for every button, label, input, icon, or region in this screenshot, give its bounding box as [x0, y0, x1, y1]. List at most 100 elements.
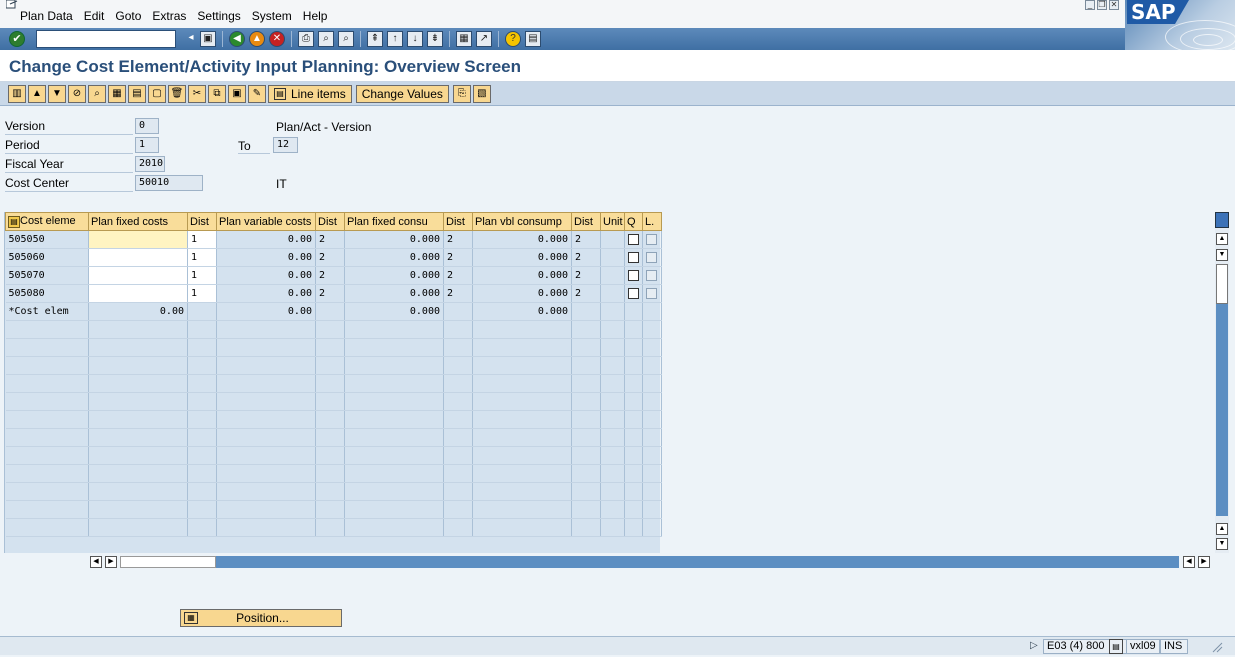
dist-input[interactable]: 1	[187, 248, 217, 267]
menu-plan-data[interactable]: Plan Data	[20, 9, 73, 23]
plan-variable-consumption-cell[interactable]: 0.000	[472, 230, 572, 249]
select-all-rows-icon[interactable]: ▤	[8, 216, 20, 228]
dist-cell[interactable]: 2	[315, 266, 345, 285]
next-page-icon[interactable]: ↓	[407, 31, 423, 47]
q-checkbox[interactable]	[628, 287, 639, 299]
overview-icon[interactable]: ▥	[8, 85, 26, 103]
first-page-icon[interactable]: ⇞	[367, 31, 383, 47]
menu-extras[interactable]: Extras	[152, 9, 186, 23]
scroll-page-down-icon[interactable]: ▼	[1216, 538, 1228, 550]
cancel-icon[interactable]: ✕	[269, 31, 285, 47]
delete-icon[interactable]: 🗑	[168, 85, 186, 103]
q-checkbox[interactable]	[628, 251, 639, 263]
status-expand-icon[interactable]: ▷	[1030, 640, 1038, 651]
export-icon[interactable]: ⎘	[452, 85, 471, 103]
column-header-l[interactable]: L.	[642, 212, 662, 231]
save-icon[interactable]: ▣	[200, 31, 216, 47]
column-header-q[interactable]: Q	[624, 212, 643, 231]
edit-icon[interactable]: ✎	[248, 85, 266, 103]
column-header-plan-variable-consumption[interactable]: Plan vbl consump	[472, 212, 572, 231]
table-settings-icon[interactable]	[1215, 212, 1229, 228]
select-block-rows-icon[interactable]: ▤	[128, 85, 146, 103]
plan-variable-costs-cell[interactable]: 0.00	[216, 248, 316, 267]
dist-cell[interactable]: 2	[571, 266, 601, 285]
period-to-field[interactable]: 12	[273, 137, 298, 153]
select-all-icon[interactable]: ▦	[108, 85, 126, 103]
unit-cell[interactable]	[600, 266, 625, 285]
history-back-icon[interactable]: ◂	[186, 31, 196, 47]
unit-cell[interactable]	[600, 248, 625, 267]
insert-mode[interactable]: INS	[1160, 639, 1188, 654]
find-next-icon[interactable]: ⌕	[338, 31, 354, 47]
plan-variable-consumption-cell[interactable]: 0.000	[472, 266, 572, 285]
horizontal-scrollbar[interactable]: ◀ ▶ ◀ ▶	[88, 555, 1214, 569]
plan-variable-consumption-cell[interactable]: 0.000	[472, 248, 572, 267]
q-checkbox[interactable]	[628, 269, 639, 281]
period-from-field[interactable]: 1	[135, 137, 159, 153]
system-menu-icon[interactable]	[6, 0, 18, 10]
menu-settings[interactable]: Settings	[197, 9, 240, 23]
horizontal-scroll-track[interactable]	[216, 556, 1179, 568]
column-header-cost-element[interactable]: ▤ Cost eleme	[5, 212, 89, 231]
plan-fixed-consumption-cell[interactable]: 0.000	[344, 266, 444, 285]
plan-variable-costs-cell[interactable]: 0.00	[216, 266, 316, 285]
scroll-page-right-icon[interactable]: ▶	[1198, 556, 1210, 568]
change-values-button[interactable]: Change Values	[355, 85, 449, 103]
unit-cell[interactable]	[600, 284, 625, 303]
dist-input[interactable]: 1	[187, 284, 217, 303]
exit-icon[interactable]: ▲	[249, 31, 265, 47]
column-header-plan-fixed-costs[interactable]: Plan fixed costs	[88, 212, 188, 231]
shortcut-icon[interactable]: ↗	[476, 31, 492, 47]
menu-goto[interactable]: Goto	[115, 9, 141, 23]
resize-grip-icon[interactable]	[1190, 639, 1230, 654]
find-icon[interactable]: ⌕	[318, 31, 334, 47]
cut-icon[interactable]: ✂	[188, 85, 206, 103]
vertical-scroll-thumb[interactable]	[1216, 264, 1228, 304]
select-block-icon[interactable]: ⊘	[68, 85, 86, 103]
command-field[interactable]	[36, 30, 176, 48]
scroll-right-icon[interactable]: ▶	[105, 556, 117, 568]
plan-fixed-consumption-cell[interactable]: 0.000	[344, 248, 444, 267]
dist-cell[interactable]: 2	[315, 248, 345, 267]
dist-cell[interactable]: 2	[443, 284, 473, 303]
dist-cell[interactable]: 2	[315, 230, 345, 249]
horizontal-scroll-thumb[interactable]	[120, 556, 216, 568]
plan-fixed-consumption-cell[interactable]: 0.000	[344, 284, 444, 303]
plan-variable-costs-cell[interactable]: 0.00	[216, 284, 316, 303]
dist-input[interactable]: 1	[187, 230, 217, 249]
column-header-plan-fixed-consumption[interactable]: Plan fixed consu	[344, 212, 444, 231]
scroll-down-icon[interactable]: ▼	[1216, 249, 1228, 261]
enter-checkmark-icon[interactable]: ✔	[9, 31, 25, 47]
scroll-page-left-icon[interactable]: ◀	[1183, 556, 1195, 568]
column-header-plan-variable-costs[interactable]: Plan variable costs	[216, 212, 316, 231]
dist-cell[interactable]: 2	[571, 284, 601, 303]
dist-cell[interactable]: 2	[571, 248, 601, 267]
help-icon[interactable]: ?	[505, 31, 521, 47]
column-header-dist[interactable]: Dist	[315, 212, 345, 231]
system-info-dropdown-icon[interactable]: ▤	[1109, 639, 1123, 654]
plan-fixed-costs-input[interactable]	[88, 284, 188, 303]
new-session-icon[interactable]: ▦	[456, 31, 472, 47]
plan-variable-costs-cell[interactable]: 0.00	[216, 230, 316, 249]
unit-cell[interactable]	[600, 230, 625, 249]
paste-icon[interactable]: ▣	[228, 85, 246, 103]
minimize-icon[interactable]: _	[1085, 0, 1095, 10]
column-header-unit[interactable]: Unit	[600, 212, 625, 231]
plan-variable-consumption-cell[interactable]: 0.000	[472, 284, 572, 303]
copy-icon[interactable]: ⧉	[208, 85, 226, 103]
restore-icon[interactable]: ❐	[1097, 0, 1107, 10]
last-page-icon[interactable]: ⇟	[427, 31, 443, 47]
plan-fixed-costs-input[interactable]	[88, 248, 188, 267]
plan-fixed-consumption-cell[interactable]: 0.000	[344, 230, 444, 249]
plan-fixed-costs-input[interactable]	[88, 266, 188, 285]
dist-cell[interactable]: 2	[571, 230, 601, 249]
previous-icon[interactable]: ▲	[28, 85, 46, 103]
q-checkbox[interactable]	[628, 233, 639, 245]
previous-page-icon[interactable]: ↑	[387, 31, 403, 47]
dist-cell[interactable]: 2	[443, 248, 473, 267]
back-icon[interactable]: ◀	[229, 31, 245, 47]
print-icon[interactable]: ⎙	[298, 31, 314, 47]
dist-cell[interactable]: 2	[443, 266, 473, 285]
scroll-page-up-icon[interactable]: ▲	[1216, 523, 1228, 535]
column-header-dist[interactable]: Dist	[571, 212, 601, 231]
